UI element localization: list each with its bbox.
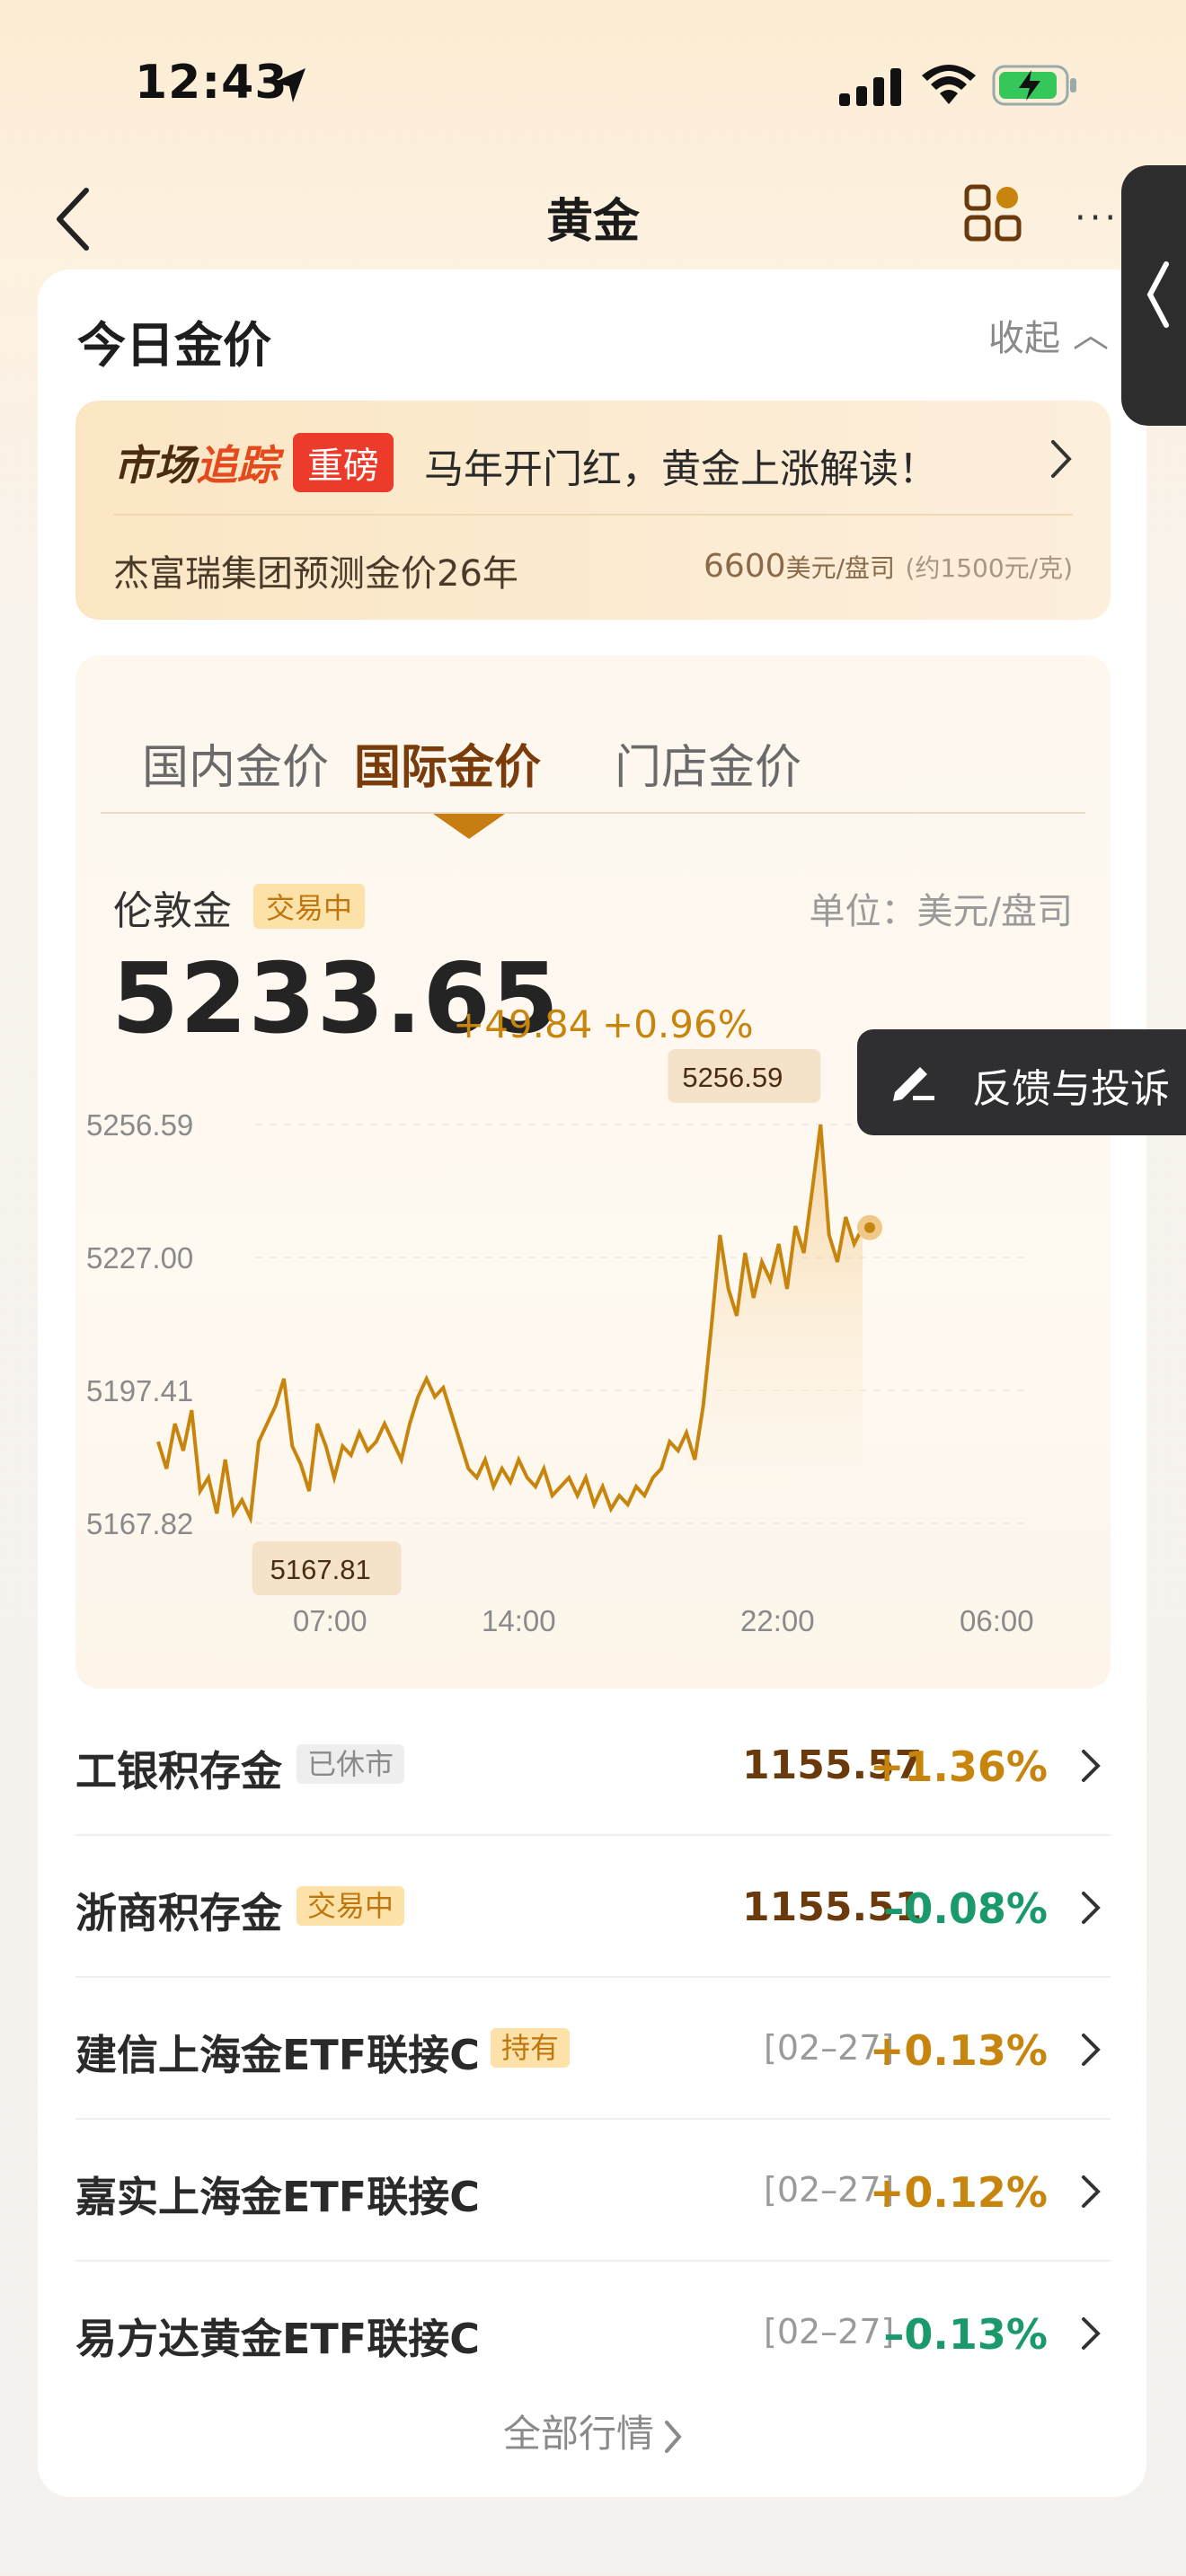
fund-status-tag: 持有 — [491, 2028, 571, 2068]
cellular-signal-icon — [839, 68, 901, 106]
fund-status-tag: 已休市 — [296, 1744, 405, 1784]
location-arrow-icon — [273, 68, 305, 102]
fund-row[interactable]: 易方达黄金ETF联接C [02–27] –0.13% — [75, 2262, 1111, 2404]
chevron-right-icon — [1082, 1750, 1101, 1782]
tab-international[interactable]: 国际金价 — [354, 729, 541, 797]
forecast-value: 6600美元/盘司 (约1500元/克) — [703, 548, 1073, 585]
fund-name: 嘉实上海金ETF联接C — [75, 2173, 480, 2221]
chevron-up-icon: ︿ — [1073, 314, 1109, 356]
high-price-label: 5256.59 — [682, 1062, 783, 1093]
chevron-right-icon — [1082, 2175, 1101, 2208]
y-tick-label: 5227.00 — [86, 1241, 193, 1275]
fund-change: –0.08% — [883, 1884, 1048, 1933]
chevron-right-icon[interactable] — [1046, 437, 1076, 481]
collapse-button[interactable]: 收起 ︿ — [988, 309, 1109, 361]
status-time: 12:43 — [135, 56, 288, 110]
battery-charging-icon — [992, 65, 1076, 106]
feedback-label: 反馈与投诉 — [972, 1066, 1170, 1112]
edit-pen-icon — [893, 1067, 934, 1101]
fund-name: 建信上海金ETF联接C — [75, 2031, 480, 2079]
chevron-right-icon — [1082, 2317, 1101, 2350]
wifi-icon — [922, 65, 976, 104]
fund-change: +0.12% — [869, 2168, 1048, 2217]
price-change-percent: +0.96% — [602, 1002, 754, 1046]
collapse-label: 收起 — [988, 318, 1060, 359]
fund-row[interactable]: 工银积存金 已休市 1155.57 +1.36% — [75, 1694, 1111, 1836]
nav-bar: 黄金 ··· — [0, 171, 1186, 269]
fund-date: [02–27] — [764, 2312, 895, 2351]
y-tick-label: 5167.82 — [86, 1507, 193, 1540]
fund-name: 工银积存金 — [75, 1747, 282, 1795]
fund-change: +0.13% — [869, 2026, 1048, 2075]
all-market-link[interactable]: 全部行情 — [0, 2404, 1186, 2458]
fund-status-tag: 交易中 — [296, 1886, 405, 1926]
fund-row[interactable]: 嘉实上海金ETF联接C [02–27] +0.12% — [75, 2120, 1111, 2262]
more-options-icon[interactable]: ··· — [1075, 198, 1125, 239]
chevron-right-icon — [665, 2420, 682, 2453]
y-tick-label: 5197.41 — [86, 1374, 193, 1407]
x-tick-label: 14:00 — [482, 1604, 556, 1637]
chevron-right-icon — [1082, 1892, 1101, 1924]
fund-row[interactable]: 建信上海金ETF联接C 持有 [02–27] +0.13% — [75, 1978, 1111, 2120]
tab-divider — [101, 812, 1085, 814]
all-market-label: 全部行情 — [502, 2412, 654, 2456]
active-tab-indicator — [433, 814, 505, 839]
section-title: 今日金价 — [77, 317, 271, 374]
fund-name: 浙商积存金 — [75, 1889, 282, 1937]
tab-domestic[interactable]: 国内金价 — [142, 729, 329, 797]
status-bar: 12:43 — [0, 0, 1186, 171]
price-change: +49.84 — [453, 1002, 593, 1046]
forecast-text: 杰富瑞集团预测金价26年 — [113, 553, 518, 595]
news-headline[interactable]: 马年开门红，黄金上涨解读！ — [424, 437, 938, 494]
tab-store[interactable]: 门店金价 — [615, 729, 801, 797]
fund-change: –0.13% — [883, 2310, 1048, 2359]
fund-row[interactable]: 浙商积存金 交易中 1155.51 –0.08% — [75, 1836, 1111, 1978]
fund-name: 易方达黄金ETF联接C — [75, 2315, 480, 2363]
side-panel-handle[interactable] — [1121, 165, 1186, 426]
x-tick-label: 22:00 — [740, 1604, 815, 1637]
chevron-left-icon — [1146, 261, 1169, 328]
low-price-label: 5167.81 — [270, 1554, 371, 1585]
divider — [113, 514, 1073, 516]
current-point — [864, 1222, 875, 1233]
news-banner[interactable]: 市场追踪 重磅 马年开门红，黄金上涨解读！ 杰富瑞集团预测金价26年 6600美… — [75, 401, 1111, 620]
unit-label: 单位：美元/盘司 — [809, 891, 1073, 932]
apps-grid-icon[interactable] — [963, 183, 1022, 243]
y-tick-label: 5256.59 — [86, 1108, 193, 1142]
chevron-right-icon — [1082, 2033, 1101, 2066]
fund-change: +1.36% — [869, 1742, 1048, 1791]
news-badge: 重磅 — [293, 433, 394, 492]
x-tick-label: 07:00 — [293, 1604, 367, 1637]
feedback-button[interactable]: 反馈与投诉 — [857, 1029, 1186, 1135]
market-name: 伦敦金 — [113, 888, 232, 934]
market-tracking-logo: 市场追踪 — [113, 441, 279, 490]
x-tick-label: 06:00 — [960, 1604, 1034, 1637]
trading-status-badge: 交易中 — [253, 884, 366, 929]
